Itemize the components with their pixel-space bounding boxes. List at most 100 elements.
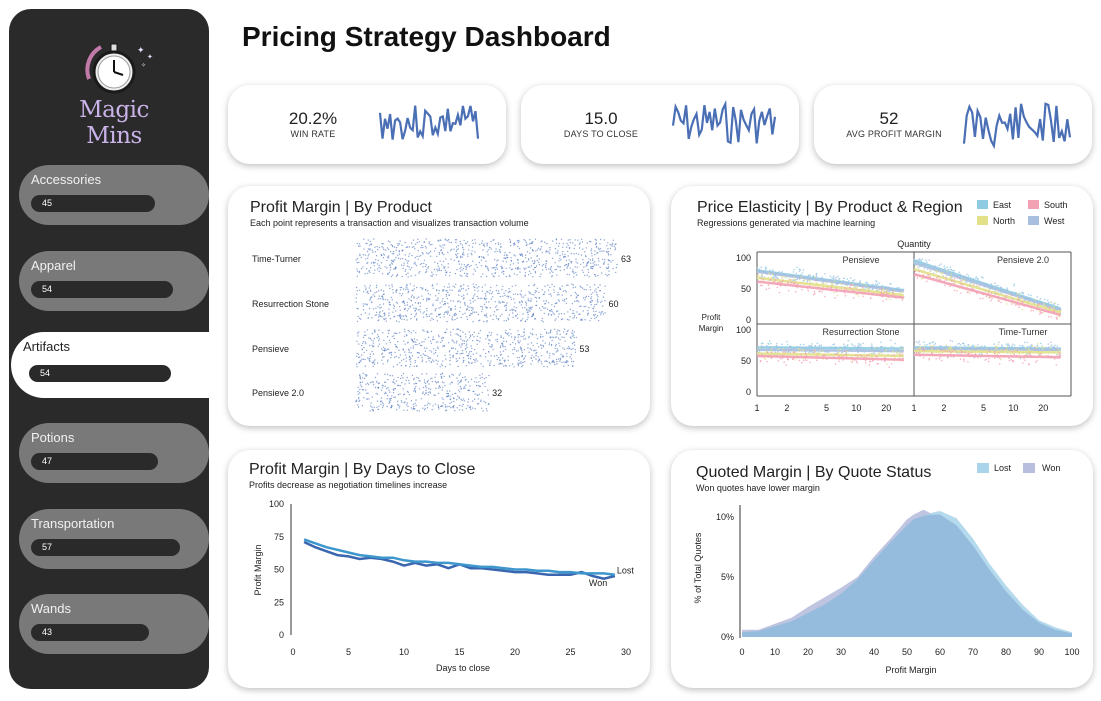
elasticity-point [821,291,823,293]
elasticity-point [756,267,758,269]
transaction-point [442,301,443,302]
sidebar-item-accessories[interactable]: Accessories 45 [19,165,209,225]
transaction-point [393,397,394,398]
transaction-point [466,351,467,352]
transaction-point [436,316,437,317]
transaction-point [571,349,572,350]
transaction-point [602,305,603,306]
y-tick-label: 50 [741,356,751,366]
transaction-point [369,360,370,361]
transaction-point [457,301,458,302]
transaction-point [357,404,358,405]
elasticity-point [1006,349,1008,351]
transaction-point [426,373,427,374]
transaction-point [557,348,558,349]
transaction-point [554,292,555,293]
transaction-point [531,357,532,358]
transaction-point [543,366,544,367]
legend-swatch-south [1028,200,1039,209]
transaction-point [435,404,436,405]
transaction-point [359,246,360,247]
elasticity-point [880,292,882,294]
transaction-point [487,390,488,391]
transaction-point [556,361,557,362]
sidebar-item-apparel[interactable]: Apparel 54 [19,251,209,311]
transaction-point [535,358,536,359]
transaction-point [478,333,479,334]
transaction-point [574,245,575,246]
transaction-point [390,398,391,399]
transaction-point [525,240,526,241]
transaction-point [509,276,510,277]
transaction-point [427,267,428,268]
transaction-point [394,333,395,334]
transaction-point [558,313,559,314]
transaction-point [482,249,483,250]
kpi-sparkline [378,102,480,144]
transaction-point [557,252,558,253]
transaction-point [356,366,357,367]
transaction-point [440,317,441,318]
transaction-point [556,274,557,275]
transaction-point [449,315,450,316]
transaction-point [365,287,366,288]
transaction-point [383,303,384,304]
elasticity-point [771,348,773,350]
transaction-point [426,264,427,265]
elasticity-point [968,275,970,277]
transaction-point [382,298,383,299]
elasticity-point [998,343,1000,345]
transaction-point [360,319,361,320]
transaction-point [357,333,358,334]
transaction-point [370,267,371,268]
elasticity-point [962,278,964,280]
transaction-point [438,293,439,294]
transaction-point [383,249,384,250]
elasticity-point [815,345,817,347]
transaction-point [491,332,492,333]
transaction-point [574,344,575,345]
elasticity-point [801,276,803,278]
transaction-point [528,314,529,315]
sidebar-item-wands[interactable]: Wands 43 [19,594,209,654]
transaction-point [412,295,413,296]
transaction-point [420,355,421,356]
elasticity-point [871,343,873,345]
transaction-point [413,347,414,348]
transaction-point [572,313,573,314]
elasticity-point [834,297,836,299]
transaction-point [530,247,531,248]
transaction-point [378,290,379,291]
transaction-point [610,248,611,249]
sidebar-item-transportation[interactable]: Transportation 57 [19,509,209,569]
transaction-point [416,287,417,288]
elasticity-point [963,280,965,282]
elasticity-point [972,283,974,285]
transaction-point [431,313,432,314]
elasticity-point [799,270,801,272]
sidebar-item-artifacts[interactable]: Artifacts 54 [11,332,211,398]
transaction-point [430,320,431,321]
y-tick-label: 100 [269,499,284,509]
transaction-point [584,251,585,252]
transaction-point [549,287,550,288]
transaction-point [501,354,502,355]
transaction-point [432,275,433,276]
transaction-point [497,339,498,340]
transaction-point [490,335,491,336]
transaction-point [404,393,405,394]
transaction-point [362,405,363,406]
transaction-point [392,299,393,300]
transaction-point [550,331,551,332]
transaction-point [365,365,366,366]
transaction-point [601,301,602,302]
elasticity-point [892,291,894,293]
elasticity-point [988,350,990,352]
transaction-point [547,309,548,310]
elasticity-point [902,291,904,293]
transaction-point [474,332,475,333]
transaction-point [414,316,415,317]
sidebar-item-potions[interactable]: Potions 47 [19,423,209,483]
elasticity-point [769,270,771,272]
transaction-point [431,351,432,352]
